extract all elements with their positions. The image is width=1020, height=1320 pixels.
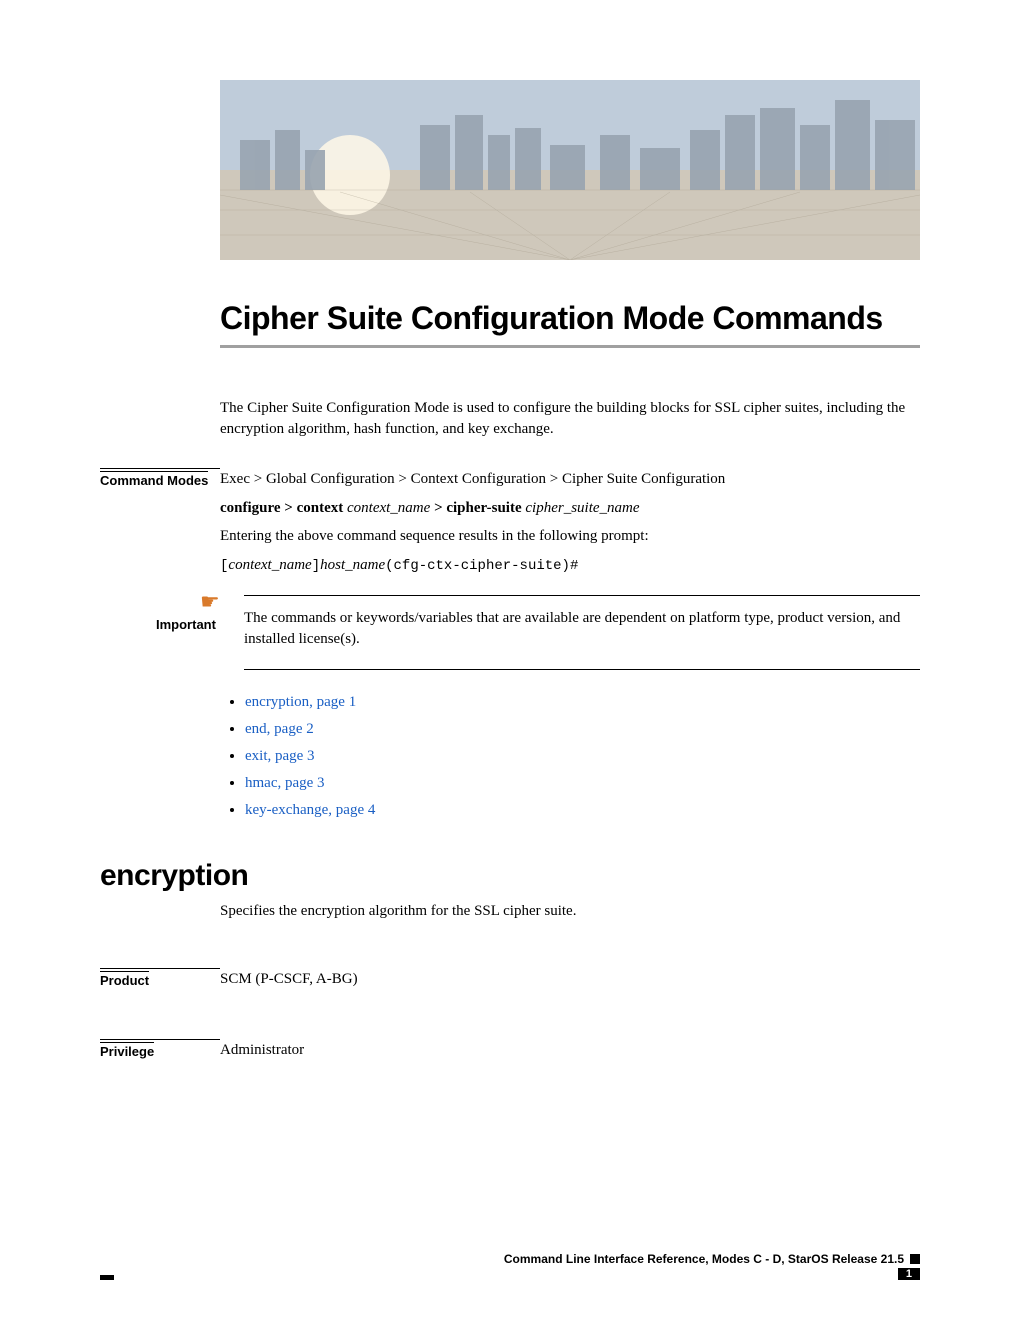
page-footer: Command Line Interface Reference, Modes …	[100, 1252, 920, 1280]
intro-paragraph: The Cipher Suite Configuration Mode is u…	[220, 398, 920, 440]
product-value: SCM (P-CSCF, A-BG)	[220, 968, 920, 991]
hero-banner	[220, 80, 920, 260]
page-number: 1	[898, 1268, 920, 1280]
toc-link-key-exchange[interactable]: key-exchange, page 4	[245, 802, 375, 818]
important-note: ☛ Important The commands or keywords/var…	[200, 595, 920, 671]
product-label: Product	[100, 968, 220, 988]
toc-item: hmac, page 3	[245, 775, 920, 792]
encryption-description: Specifies the encryption algorithm for t…	[220, 903, 920, 920]
footer-left-mark	[100, 1260, 114, 1280]
toc-item: encryption, page 1	[245, 694, 920, 711]
table-of-contents: encryption, page 1 end, page 2 exit, pag…	[245, 694, 920, 819]
command-modes-content: Exec > Global Configuration > Context Co…	[220, 468, 920, 583]
footer-square-icon	[910, 1254, 920, 1264]
important-text: The commands or keywords/variables that …	[244, 595, 920, 671]
toc-link-hmac[interactable]: hmac, page 3	[245, 775, 325, 791]
privilege-value: Administrator	[220, 1039, 920, 1062]
pointing-hand-icon: ☛	[200, 589, 220, 615]
command-modes-label: Command Modes	[100, 468, 220, 488]
section-heading-encryption: encryption	[100, 859, 920, 893]
toc-link-exit[interactable]: exit, page 3	[245, 748, 315, 764]
toc-link-encryption[interactable]: encryption, page 1	[245, 694, 356, 710]
page-title: Cipher Suite Configuration Mode Commands	[220, 300, 920, 348]
toc-link-end[interactable]: end, page 2	[245, 721, 314, 737]
toc-item: key-exchange, page 4	[245, 802, 920, 819]
toc-item: end, page 2	[245, 721, 920, 738]
privilege-label: Privilege	[100, 1039, 220, 1059]
toc-item: exit, page 3	[245, 748, 920, 765]
footer-right: Command Line Interface Reference, Modes …	[504, 1252, 920, 1280]
important-label: Important	[156, 617, 216, 632]
